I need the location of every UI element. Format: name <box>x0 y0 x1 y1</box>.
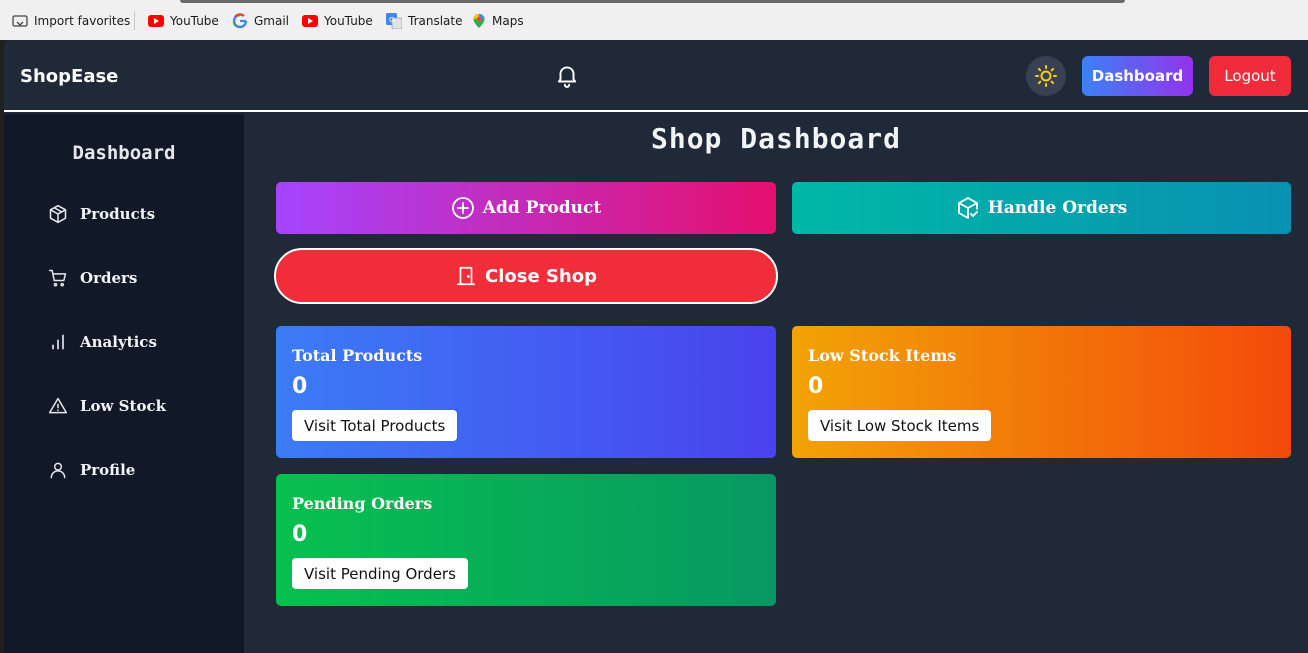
sidebar-item-label: Profile <box>80 461 136 479</box>
user-icon <box>50 462 66 479</box>
bookmark-label: YouTube <box>324 14 373 28</box>
box-icon <box>49 204 67 224</box>
sun-icon <box>1035 65 1057 87</box>
sidebar-item-analytics[interactable]: Analytics <box>48 330 157 354</box>
sidebar-item-label: Analytics <box>80 333 157 351</box>
card-title: Total Products <box>292 346 423 365</box>
bell-icon[interactable] <box>554 62 580 88</box>
theme-toggle-button[interactable] <box>1026 56 1066 96</box>
bookmark-gmail[interactable]: Gmail <box>232 12 289 30</box>
sidebar-item-label: Products <box>80 205 156 223</box>
bookmark-import-favorites[interactable]: Import favorites <box>12 12 130 30</box>
sidebar-item-label: Orders <box>80 269 138 287</box>
google-icon <box>232 13 248 29</box>
cart-icon <box>48 269 67 287</box>
warning-icon <box>48 397 68 414</box>
bookmark-translate[interactable]: G Translate <box>386 12 463 30</box>
bookmarks-bar: Import favorites YouTube Gmail YouTube G… <box>0 0 1308 40</box>
bar-chart-icon <box>52 334 64 350</box>
sidebar-item-low-stock[interactable]: Low Stock <box>48 394 166 418</box>
stat-card-total-products: Total Products 0 Visit Total Products <box>276 326 776 458</box>
app-window: ShopEase Dashboard Logout Dashboard Prod… <box>4 40 1308 653</box>
svg-text:G: G <box>389 16 394 24</box>
youtube-icon <box>148 15 164 27</box>
plus-circle-icon <box>451 197 474 219</box>
bookmark-youtube-2[interactable]: YouTube <box>302 12 373 30</box>
card-title: Pending Orders <box>292 494 433 513</box>
import-icon <box>12 15 28 27</box>
sidebar-item-orders[interactable]: Orders <box>48 266 137 290</box>
bookmark-label: Translate <box>408 14 463 28</box>
maps-icon <box>473 14 485 28</box>
handle-orders-label: Handle Orders <box>987 198 1128 218</box>
close-shop-button[interactable]: Close Shop <box>274 248 778 304</box>
sidebar-item-products[interactable]: Products <box>48 202 155 226</box>
bookmark-label: Maps <box>492 14 524 28</box>
close-shop-label: Close Shop <box>485 265 597 287</box>
card-value: 0 <box>292 522 308 547</box>
stat-card-pending-orders: Pending Orders 0 Visit Pending Orders <box>276 474 776 606</box>
logout-button[interactable]: Logout <box>1209 56 1291 96</box>
translate-icon: G <box>386 13 402 29</box>
bookmark-label: YouTube <box>170 14 219 28</box>
address-bar-edge <box>180 0 1125 3</box>
add-product-button[interactable]: Add Product <box>276 182 776 234</box>
bookmark-maps[interactable]: Maps <box>472 12 524 30</box>
bookmark-label: Gmail <box>254 14 290 28</box>
sidebar-item-label: Low Stock <box>80 397 166 415</box>
youtube-icon <box>302 15 318 27</box>
page-title: Shop Dashboard <box>650 122 901 155</box>
handle-orders-button[interactable]: Handle Orders <box>792 182 1291 234</box>
sidebar-title: Dashboard <box>72 142 176 164</box>
add-product-label: Add Product <box>482 198 602 218</box>
sidebar: Dashboard Products Orders Analytics Low … <box>4 114 244 653</box>
stat-card-low-stock: Low Stock Items 0 Visit Low Stock Items <box>792 326 1291 458</box>
card-title: Low Stock Items <box>808 346 957 365</box>
package-check-icon <box>957 197 978 219</box>
bookmark-label: Import favorites <box>34 14 131 28</box>
bookmarks-divider <box>134 12 135 30</box>
brand-logo[interactable]: ShopEase <box>20 66 118 87</box>
visit-pending-orders-button[interactable]: Visit Pending Orders <box>292 558 468 589</box>
door-icon <box>456 266 476 286</box>
visit-low-stock-button[interactable]: Visit Low Stock Items <box>808 410 992 441</box>
card-value: 0 <box>292 374 308 399</box>
top-navbar: ShopEase Dashboard Logout <box>4 40 1308 112</box>
dashboard-button[interactable]: Dashboard <box>1082 56 1193 96</box>
visit-total-products-button[interactable]: Visit Total Products <box>292 410 458 441</box>
sidebar-item-profile[interactable]: Profile <box>48 458 135 482</box>
bookmark-youtube-1[interactable]: YouTube <box>148 12 219 30</box>
card-value: 0 <box>808 374 824 399</box>
